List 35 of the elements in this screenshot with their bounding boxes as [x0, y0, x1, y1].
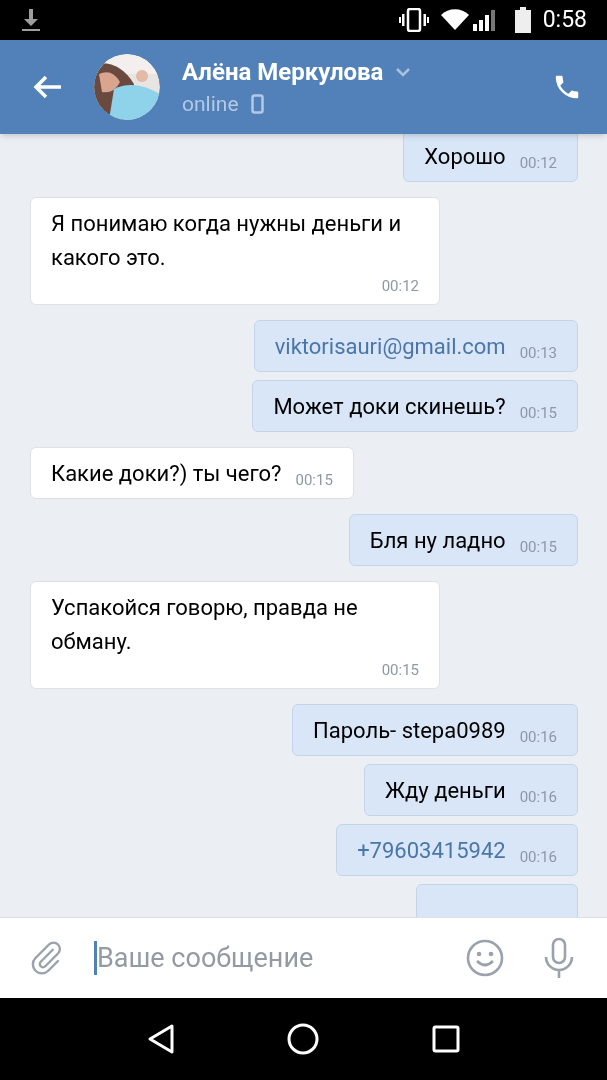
message-time: 00:12: [381, 276, 419, 297]
message-text: Жду деньги: [385, 777, 506, 805]
wifi-icon: [440, 9, 469, 31]
phone-device-icon: [250, 94, 264, 114]
square-icon: [431, 1025, 460, 1053]
message-time: 00:16: [519, 727, 557, 748]
message-text: Может доки скинешь?: [273, 393, 506, 421]
message-time: 00:16: [519, 787, 557, 808]
message-text: Бля ну ладно: [369, 527, 506, 555]
online-status: online: [182, 91, 239, 117]
home-circle-icon: [287, 1023, 320, 1055]
chevron-down-icon: [395, 67, 412, 77]
message-time: 00:15: [519, 537, 557, 558]
battery-icon: [514, 7, 531, 33]
message-time: 00:16: [519, 847, 557, 868]
download-icon: [20, 7, 42, 33]
message-time: 00:15: [381, 660, 419, 681]
message-text: Я понимаю когда нужны деньги и какого это.: [51, 210, 403, 272]
message-link[interactable]: +79603415942: [357, 834, 506, 868]
message-text: Хорошо: [424, 143, 506, 171]
message-link[interactable]: viktorisauri@gmail.com: [274, 330, 506, 364]
message-text: Успакойся говорю, правда не обману.: [51, 594, 359, 656]
message-text: Пароль- stepa0989: [313, 717, 506, 745]
message-time: 00:15: [519, 403, 557, 424]
message-time: 00:15: [295, 470, 333, 491]
smiley-icon: [466, 939, 504, 977]
clock: 0:58: [542, 4, 587, 35]
message-time: 00:13: [519, 343, 557, 364]
message-text: Какие доки?) ты чего?: [51, 460, 282, 488]
message-time: 00:12: [519, 153, 557, 174]
microphone-icon: [543, 937, 575, 979]
back-icon: [33, 74, 63, 100]
back-triangle-icon: [147, 1023, 176, 1055]
contact-name[interactable]: Алёна Меркулова: [182, 57, 384, 87]
vibrate-icon: [398, 8, 429, 32]
